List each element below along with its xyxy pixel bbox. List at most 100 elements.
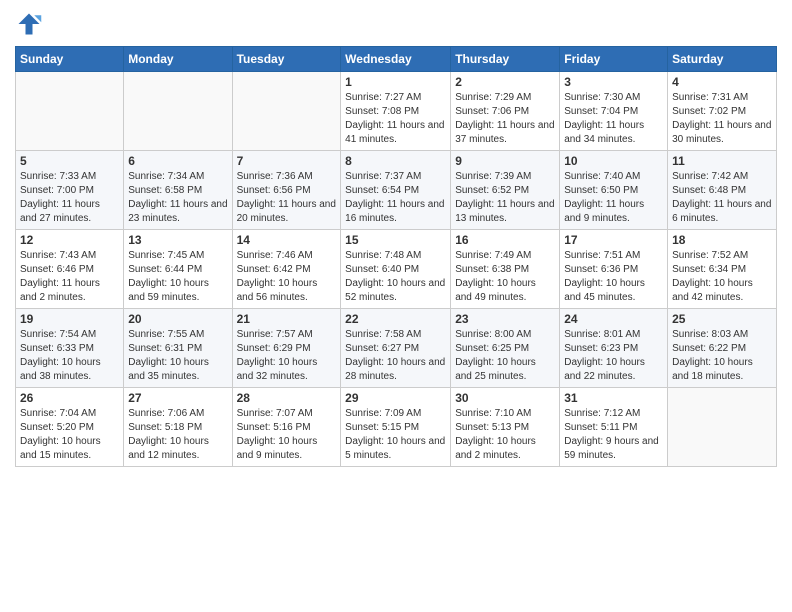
day-info: Sunrise: 7:31 AM Sunset: 7:02 PM Dayligh…	[672, 91, 772, 147]
day-info: Sunrise: 7:51 AM Sunset: 6:36 PM Dayligh…	[564, 249, 663, 305]
day-number: 13	[128, 233, 227, 247]
day-info: Sunrise: 7:09 AM Sunset: 5:15 PM Dayligh…	[345, 407, 446, 463]
day-number: 11	[672, 154, 772, 168]
day-info: Sunrise: 7:43 AM Sunset: 6:46 PM Dayligh…	[20, 249, 119, 305]
calendar-cell: 7 Sunrise: 7:36 AM Sunset: 6:56 PM Daylig…	[232, 151, 341, 230]
day-number: 12	[20, 233, 119, 247]
day-info: Sunrise: 7:42 AM Sunset: 6:48 PM Dayligh…	[672, 170, 772, 226]
calendar-cell: 18 Sunrise: 7:52 AM Sunset: 6:34 PM Dayli…	[668, 230, 777, 309]
calendar-cell: 31 Sunrise: 7:12 AM Sunset: 5:11 PM Dayli…	[560, 388, 668, 467]
calendar-table: SundayMondayTuesdayWednesdayThursdayFrid…	[15, 46, 777, 467]
calendar-cell: 9 Sunrise: 7:39 AM Sunset: 6:52 PM Daylig…	[451, 151, 560, 230]
day-number: 8	[345, 154, 446, 168]
day-info: Sunrise: 7:55 AM Sunset: 6:31 PM Dayligh…	[128, 328, 227, 384]
weekday-header-sunday: Sunday	[16, 47, 124, 72]
weekday-header-saturday: Saturday	[668, 47, 777, 72]
calendar-cell	[16, 72, 124, 151]
calendar-cell: 8 Sunrise: 7:37 AM Sunset: 6:54 PM Daylig…	[341, 151, 451, 230]
calendar-cell: 22Sunrise: 7:58 AM Sunset: 6:27 PM Dayli…	[341, 309, 451, 388]
day-info: Sunrise: 7:06 AM Sunset: 5:18 PM Dayligh…	[128, 407, 227, 463]
day-number: 6	[128, 154, 227, 168]
day-number: 30	[455, 391, 555, 405]
calendar-cell: 29 Sunrise: 7:09 AM Sunset: 5:15 PM Dayli…	[341, 388, 451, 467]
day-info: Sunrise: 8:01 AM Sunset: 6:23 PM Dayligh…	[564, 328, 663, 384]
day-info: Sunrise: 7:33 AM Sunset: 7:00 PM Dayligh…	[20, 170, 119, 226]
logo	[15, 10, 47, 38]
day-number: 2	[455, 75, 555, 89]
calendar-page: SundayMondayTuesdayWednesdayThursdayFrid…	[0, 0, 792, 482]
calendar-cell	[124, 72, 232, 151]
weekday-header-monday: Monday	[124, 47, 232, 72]
day-info: Sunrise: 7:27 AM Sunset: 7:08 PM Dayligh…	[345, 91, 446, 147]
day-info: Sunrise: 7:57 AM Sunset: 6:29 PM Dayligh…	[237, 328, 337, 384]
logo-icon	[15, 10, 43, 38]
day-info: Sunrise: 7:52 AM Sunset: 6:34 PM Dayligh…	[672, 249, 772, 305]
calendar-cell: 23Sunrise: 8:00 AM Sunset: 6:25 PM Dayli…	[451, 309, 560, 388]
calendar-cell	[668, 388, 777, 467]
day-number: 7	[237, 154, 337, 168]
calendar-cell: 26 Sunrise: 7:04 AM Sunset: 5:20 PM Dayli…	[16, 388, 124, 467]
calendar-cell: 3 Sunrise: 7:30 AM Sunset: 7:04 PM Daylig…	[560, 72, 668, 151]
day-info: Sunrise: 7:10 AM Sunset: 5:13 PM Dayligh…	[455, 407, 555, 463]
day-info: Sunrise: 7:54 AM Sunset: 6:33 PM Dayligh…	[20, 328, 119, 384]
day-number: 10	[564, 154, 663, 168]
day-number: 9	[455, 154, 555, 168]
day-number: 27	[128, 391, 227, 405]
day-info: Sunrise: 7:12 AM Sunset: 5:11 PM Dayligh…	[564, 407, 663, 463]
calendar-cell: 28Sunrise: 7:07 AM Sunset: 5:16 PM Dayli…	[232, 388, 341, 467]
day-number: 28	[237, 391, 337, 405]
day-number: 16	[455, 233, 555, 247]
calendar-week-row: 19 Sunrise: 7:54 AM Sunset: 6:33 PM Dayli…	[16, 309, 777, 388]
day-info: Sunrise: 7:40 AM Sunset: 6:50 PM Dayligh…	[564, 170, 663, 226]
day-number: 14	[237, 233, 337, 247]
day-info: Sunrise: 7:48 AM Sunset: 6:40 PM Dayligh…	[345, 249, 446, 305]
day-number: 31	[564, 391, 663, 405]
weekday-row: SundayMondayTuesdayWednesdayThursdayFrid…	[16, 47, 777, 72]
weekday-header-tuesday: Tuesday	[232, 47, 341, 72]
calendar-cell: 30 Sunrise: 7:10 AM Sunset: 5:13 PM Dayli…	[451, 388, 560, 467]
day-number: 15	[345, 233, 446, 247]
calendar-cell: 17Sunrise: 7:51 AM Sunset: 6:36 PM Dayli…	[560, 230, 668, 309]
day-number: 20	[128, 312, 227, 326]
calendar-cell: 15 Sunrise: 7:48 AM Sunset: 6:40 PM Dayli…	[341, 230, 451, 309]
calendar-cell: 20 Sunrise: 7:55 AM Sunset: 6:31 PM Dayli…	[124, 309, 232, 388]
day-number: 3	[564, 75, 663, 89]
calendar-cell: 12 Sunrise: 7:43 AM Sunset: 6:46 PM Dayli…	[16, 230, 124, 309]
day-info: Sunrise: 7:58 AM Sunset: 6:27 PM Dayligh…	[345, 328, 446, 384]
day-number: 1	[345, 75, 446, 89]
day-info: Sunrise: 7:39 AM Sunset: 6:52 PM Dayligh…	[455, 170, 555, 226]
calendar-cell: 27 Sunrise: 7:06 AM Sunset: 5:18 PM Dayli…	[124, 388, 232, 467]
day-info: Sunrise: 7:30 AM Sunset: 7:04 PM Dayligh…	[564, 91, 663, 147]
day-number: 5	[20, 154, 119, 168]
day-number: 19	[20, 312, 119, 326]
calendar-cell: 19 Sunrise: 7:54 AM Sunset: 6:33 PM Dayli…	[16, 309, 124, 388]
weekday-header-thursday: Thursday	[451, 47, 560, 72]
calendar-cell: 1 Sunrise: 7:27 AM Sunset: 7:08 PM Daylig…	[341, 72, 451, 151]
day-number: 26	[20, 391, 119, 405]
calendar-cell: 16Sunrise: 7:49 AM Sunset: 6:38 PM Dayli…	[451, 230, 560, 309]
calendar-week-row: 5 Sunrise: 7:33 AM Sunset: 7:00 PM Daylig…	[16, 151, 777, 230]
calendar-week-row: 26 Sunrise: 7:04 AM Sunset: 5:20 PM Dayli…	[16, 388, 777, 467]
day-info: Sunrise: 7:36 AM Sunset: 6:56 PM Dayligh…	[237, 170, 337, 226]
day-number: 21	[237, 312, 337, 326]
weekday-header-friday: Friday	[560, 47, 668, 72]
calendar-cell	[232, 72, 341, 151]
day-info: Sunrise: 8:03 AM Sunset: 6:22 PM Dayligh…	[672, 328, 772, 384]
day-info: Sunrise: 7:29 AM Sunset: 7:06 PM Dayligh…	[455, 91, 555, 147]
calendar-cell: 5 Sunrise: 7:33 AM Sunset: 7:00 PM Daylig…	[16, 151, 124, 230]
day-number: 18	[672, 233, 772, 247]
day-info: Sunrise: 8:00 AM Sunset: 6:25 PM Dayligh…	[455, 328, 555, 384]
day-info: Sunrise: 7:04 AM Sunset: 5:20 PM Dayligh…	[20, 407, 119, 463]
calendar-cell: 24 Sunrise: 8:01 AM Sunset: 6:23 PM Dayli…	[560, 309, 668, 388]
calendar-cell: 21 Sunrise: 7:57 AM Sunset: 6:29 PM Dayli…	[232, 309, 341, 388]
day-info: Sunrise: 7:45 AM Sunset: 6:44 PM Dayligh…	[128, 249, 227, 305]
day-number: 29	[345, 391, 446, 405]
day-number: 24	[564, 312, 663, 326]
day-number: 4	[672, 75, 772, 89]
calendar-cell: 13 Sunrise: 7:45 AM Sunset: 6:44 PM Dayli…	[124, 230, 232, 309]
day-info: Sunrise: 7:37 AM Sunset: 6:54 PM Dayligh…	[345, 170, 446, 226]
weekday-header-wednesday: Wednesday	[341, 47, 451, 72]
calendar-cell: 4 Sunrise: 7:31 AM Sunset: 7:02 PM Daylig…	[668, 72, 777, 151]
calendar-week-row: 12 Sunrise: 7:43 AM Sunset: 6:46 PM Dayli…	[16, 230, 777, 309]
calendar-cell: 25Sunrise: 8:03 AM Sunset: 6:22 PM Dayli…	[668, 309, 777, 388]
